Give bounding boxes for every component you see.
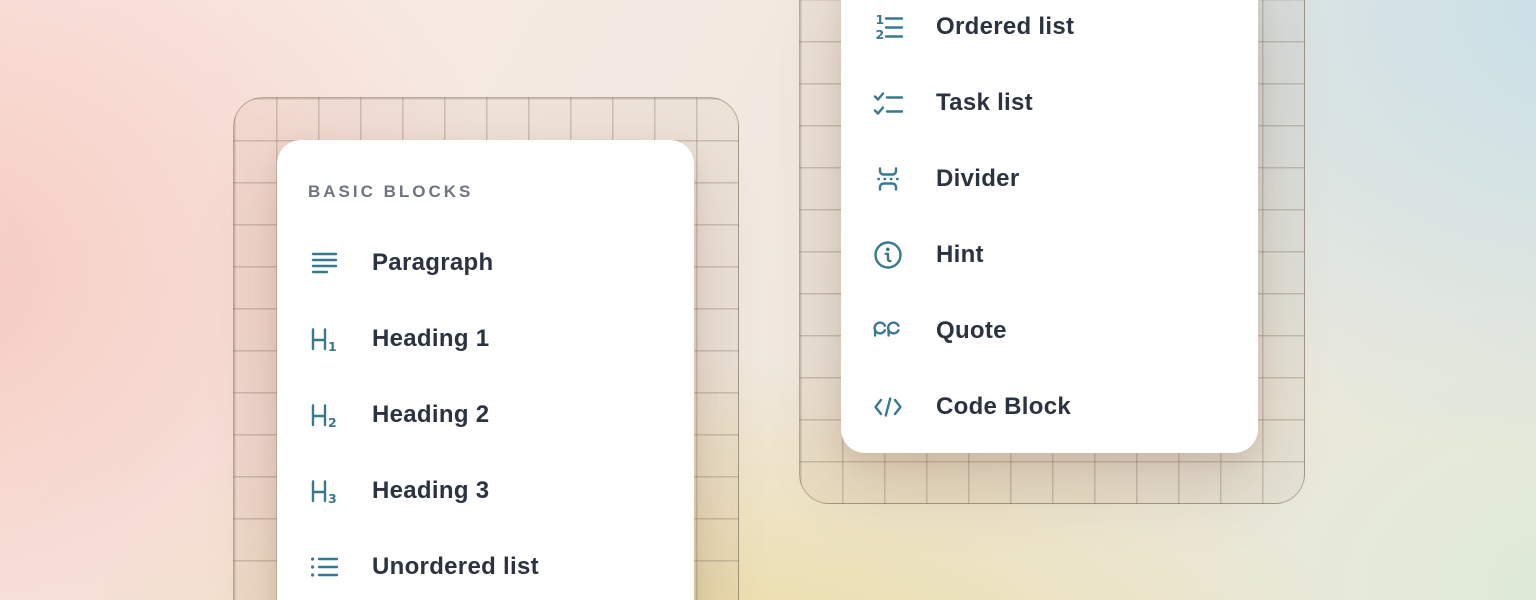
menu-item-hint[interactable]: Hint [841,217,1258,293]
menu-item-ordered-list[interactable]: 12 Ordered list [841,0,1258,65]
unordered-list-icon [308,551,340,583]
svg-text:1: 1 [876,12,885,27]
ordered-list-icon: 12 [872,11,904,43]
basic-blocks-panel: BASIC BLOCKS Paragraph 1 Heading 1 [277,140,694,600]
menu-item-label: Divider [936,167,1019,191]
menu-list-basic-blocks: Paragraph 1 Heading 1 2 Heading 2 [277,225,694,600]
editor-insert-menu-screenshot: BASIC BLOCKS Paragraph 1 Heading 1 [0,0,1536,600]
hint-icon [872,239,904,271]
menu-item-label: Quote [936,319,1007,343]
menu-list-more-blocks: 12 Ordered list Task list [841,0,1258,445]
menu-item-heading-1[interactable]: 1 Heading 1 [277,301,694,377]
menu-item-label: Heading 1 [372,327,489,351]
heading-3-icon: 3 [308,475,340,507]
menu-item-heading-3[interactable]: 3 Heading 3 [277,453,694,529]
menu-item-label: Heading 2 [372,403,489,427]
code-block-icon [872,391,904,423]
menu-item-code-block[interactable]: Code Block [841,369,1258,445]
heading-1-icon: 1 [308,323,340,355]
menu-item-paragraph[interactable]: Paragraph [277,225,694,301]
svg-text:2: 2 [876,27,885,42]
blocks-panel-continued: 12 Ordered list Task list [841,0,1258,453]
menu-item-divider[interactable]: Divider [841,141,1258,217]
menu-item-label: Ordered list [936,15,1074,39]
menu-item-heading-2[interactable]: 2 Heading 2 [277,377,694,453]
menu-item-label: Hint [936,243,984,267]
menu-item-label: Task list [936,91,1033,115]
menu-item-quote[interactable]: Quote [841,293,1258,369]
section-label: BASIC BLOCKS [308,182,694,202]
menu-item-label: Unordered list [372,555,539,579]
task-list-icon [872,87,904,119]
svg-text:2: 2 [328,415,337,430]
quote-icon [872,315,904,347]
svg-text:3: 3 [328,491,337,506]
heading-2-icon: 2 [308,399,340,431]
paragraph-icon [308,247,340,279]
divider-icon [872,163,904,195]
menu-item-unordered-list[interactable]: Unordered list [277,529,694,600]
menu-item-label: Heading 3 [372,479,489,503]
menu-item-label: Code Block [936,395,1071,419]
svg-text:1: 1 [328,339,337,354]
menu-item-task-list[interactable]: Task list [841,65,1258,141]
menu-item-label: Paragraph [372,251,493,275]
